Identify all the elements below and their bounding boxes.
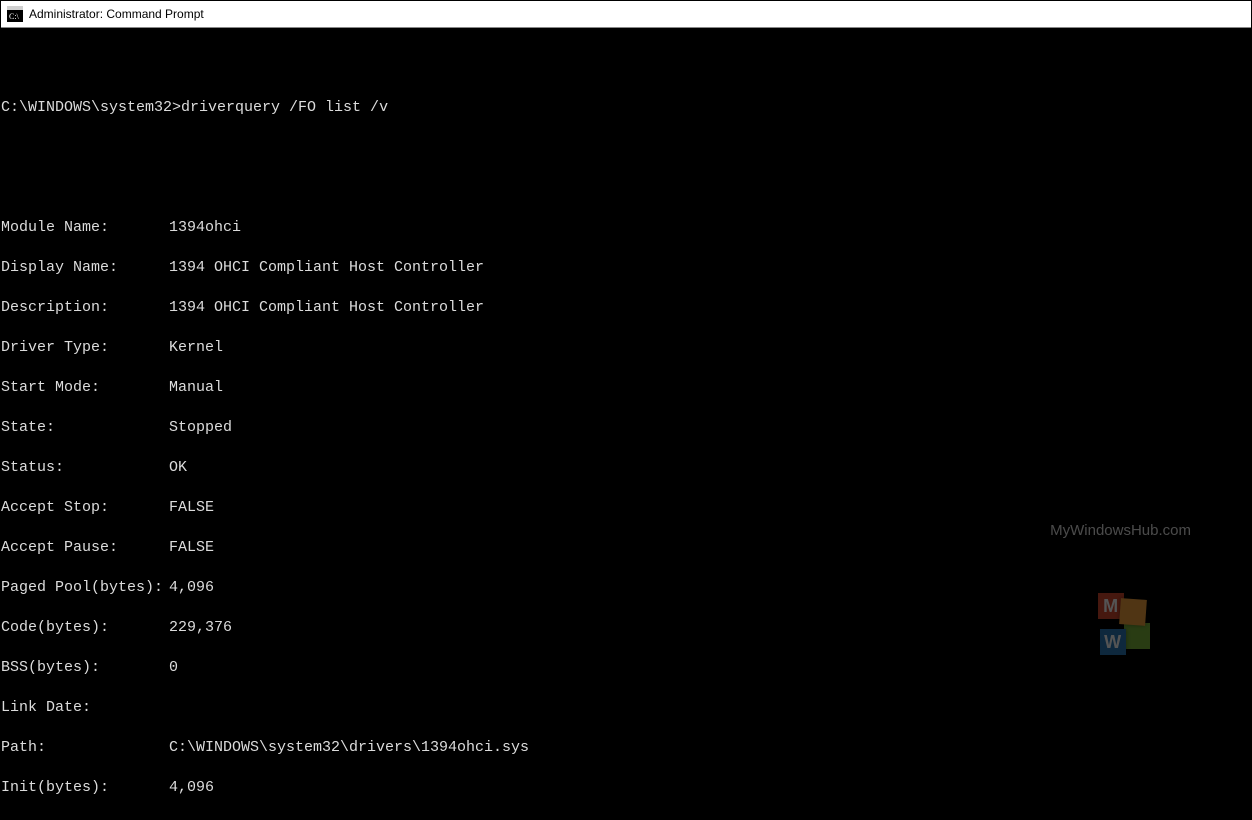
field-label: Accept Stop: [1,498,169,518]
field-label: Init(bytes): [1,778,169,798]
field-row: Driver Type:Kernel [1,338,1251,358]
field-value: 1394 OHCI Compliant Host Controller [169,299,484,316]
field-row: Display Name:1394 OHCI Compliant Host Co… [1,258,1251,278]
field-row: Paged Pool(bytes):4,096 [1,578,1251,598]
field-row: Module Name:1394ohci [1,218,1251,238]
field-label: BSS(bytes): [1,658,169,678]
blank-line [1,138,1251,158]
cmd-icon: C:\ [7,6,23,22]
field-value: FALSE [169,499,214,516]
field-value: 4,096 [169,579,214,596]
window-title: Administrator: Command Prompt [29,7,204,21]
field-label: Paged Pool(bytes): [1,578,169,598]
field-row: Description:1394 OHCI Compliant Host Con… [1,298,1251,318]
field-row: Path:C:\WINDOWS\system32\drivers\1394ohc… [1,738,1251,758]
field-row: Code(bytes):229,376 [1,618,1251,638]
field-row: Init(bytes):4,096 [1,778,1251,798]
field-row: State:Stopped [1,418,1251,438]
field-label: Link Date: [1,698,169,718]
field-value: Kernel [169,339,232,356]
field-value: 4,096 [169,779,214,796]
field-label: Module Name: [1,218,169,238]
field-row: BSS(bytes):0 [1,658,1251,678]
field-label: Description: [1,298,169,318]
prompt-path: C:\WINDOWS\system32> [1,99,181,116]
field-row: Start Mode:Manual [1,378,1251,398]
terminal-client-area[interactable]: C:\WINDOWS\system32>driverquery /FO list… [1,28,1251,819]
field-label: Display Name: [1,258,169,278]
field-value: OK [169,459,187,476]
field-row: Status:OK [1,458,1251,478]
field-row: Link Date: [1,698,1251,718]
field-label: Driver Type: [1,338,169,358]
prompt-command: driverquery /FO list /v [181,99,388,116]
field-value: 1394ohci [169,219,241,236]
field-label: State: [1,418,169,438]
blank-line [1,818,1251,819]
field-row: Accept Stop:FALSE [1,498,1251,518]
field-value: 229,376 [169,619,232,636]
command-prompt-window: C:\ Administrator: Command Prompt C:\WIN… [0,0,1252,820]
prompt-line: C:\WINDOWS\system32>driverquery /FO list… [1,98,1251,118]
field-value: 0 [169,659,178,676]
field-value: Manual [169,379,223,396]
blank-line [1,58,1251,78]
field-label: Path: [1,738,169,758]
field-label: Status: [1,458,169,478]
field-label: Accept Pause: [1,538,169,558]
field-value: 1394 OHCI Compliant Host Controller [169,259,484,276]
titlebar[interactable]: C:\ Administrator: Command Prompt [1,1,1251,28]
field-value: Stopped [169,419,232,436]
field-label: Start Mode: [1,378,169,398]
svg-text:C:\: C:\ [9,12,20,21]
field-label: Code(bytes): [1,618,169,638]
field-row: Accept Pause:FALSE [1,538,1251,558]
field-value: FALSE [169,539,214,556]
field-value: C:\WINDOWS\system32\drivers\1394ohci.sys [169,739,529,756]
